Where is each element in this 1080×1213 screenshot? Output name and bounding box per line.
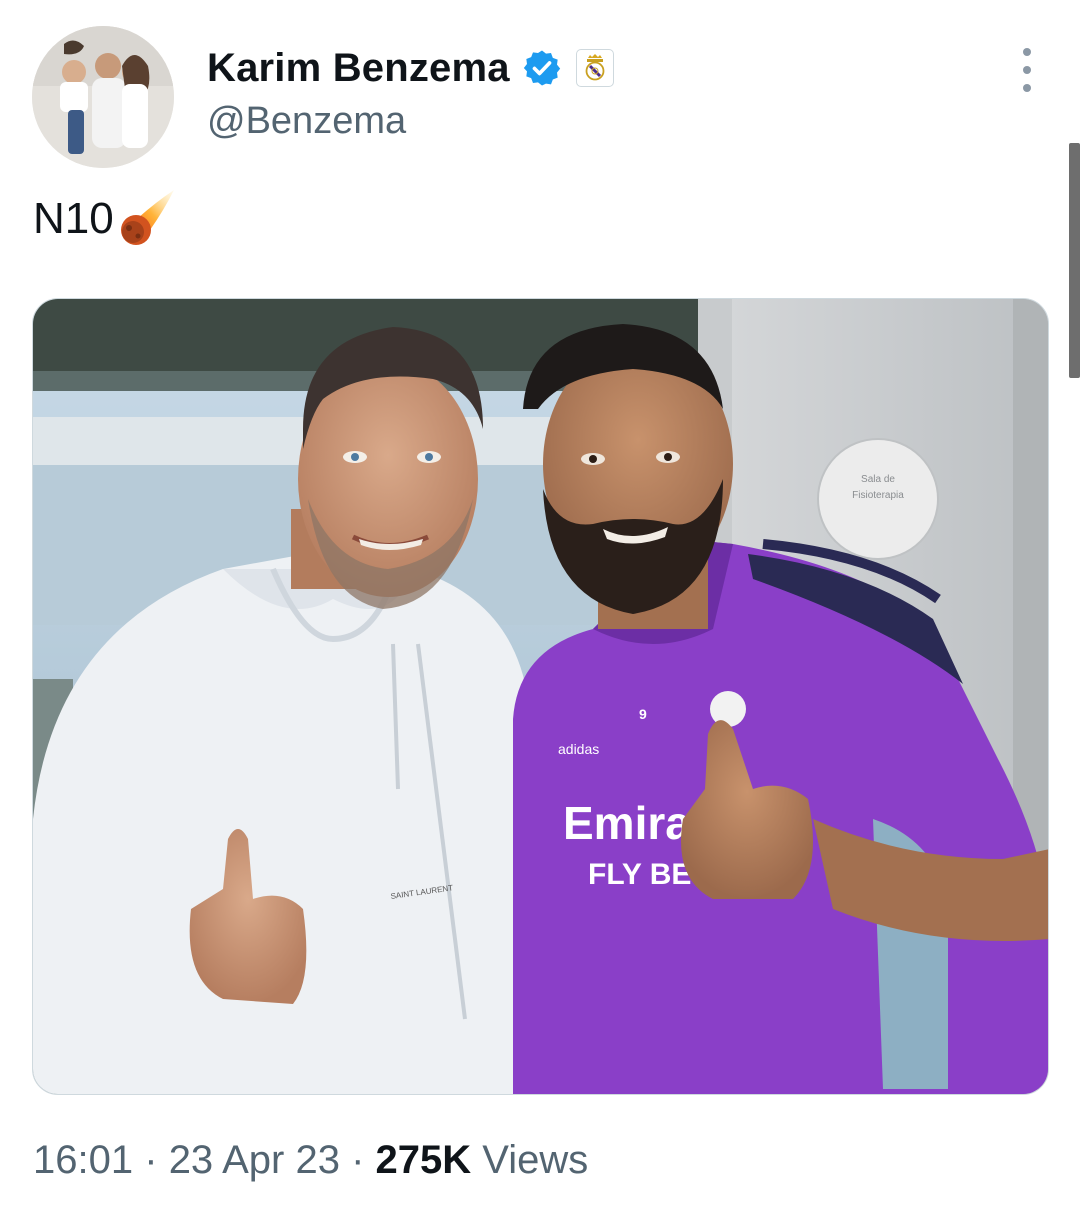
- views-count[interactable]: 275K: [376, 1138, 472, 1182]
- dot: [1023, 84, 1031, 92]
- author-name-row: Karim Benzema: [207, 42, 614, 94]
- svg-text:Emira: Emira: [563, 797, 691, 849]
- svg-text:Sala de: Sala de: [861, 474, 895, 485]
- author-display-name[interactable]: Karim Benzema: [207, 46, 510, 91]
- tweet-media-photo[interactable]: Sala de Fisioterapia SAINT LAURENT 9 adi…: [32, 298, 1049, 1095]
- author-handle[interactable]: @Benzema: [207, 100, 406, 143]
- more-options-icon[interactable]: [1012, 48, 1042, 92]
- meta-separator: ·: [144, 1138, 158, 1182]
- verified-badge-icon[interactable]: [522, 48, 562, 88]
- tweet-text: N10: [33, 188, 178, 250]
- tweet-text-content: N10: [33, 194, 114, 243]
- dot: [1023, 66, 1031, 74]
- tweet-time[interactable]: 16:01: [33, 1138, 133, 1182]
- meta-separator: ·: [351, 1138, 365, 1182]
- views-label[interactable]: Views: [482, 1138, 588, 1182]
- photo-two-men-thumbs-up: Sala de Fisioterapia SAINT LAURENT 9 adi…: [33, 299, 1048, 1094]
- family-photo-avatar-image: [32, 26, 174, 168]
- dot: [1023, 48, 1031, 56]
- svg-text:9: 9: [639, 706, 647, 722]
- real-madrid-crest-icon[interactable]: [575, 49, 614, 87]
- comet-icon: [120, 190, 174, 245]
- svg-text:Fisioterapia: Fisioterapia: [852, 490, 904, 501]
- avatar[interactable]: [32, 26, 174, 168]
- scrollbar[interactable]: [1069, 143, 1080, 378]
- svg-text:adidas: adidas: [558, 741, 599, 757]
- tweet-meta: 16:01 · 23 Apr 23 · 275K Views: [33, 1138, 588, 1183]
- tweet-date[interactable]: 23 Apr 23: [169, 1138, 340, 1182]
